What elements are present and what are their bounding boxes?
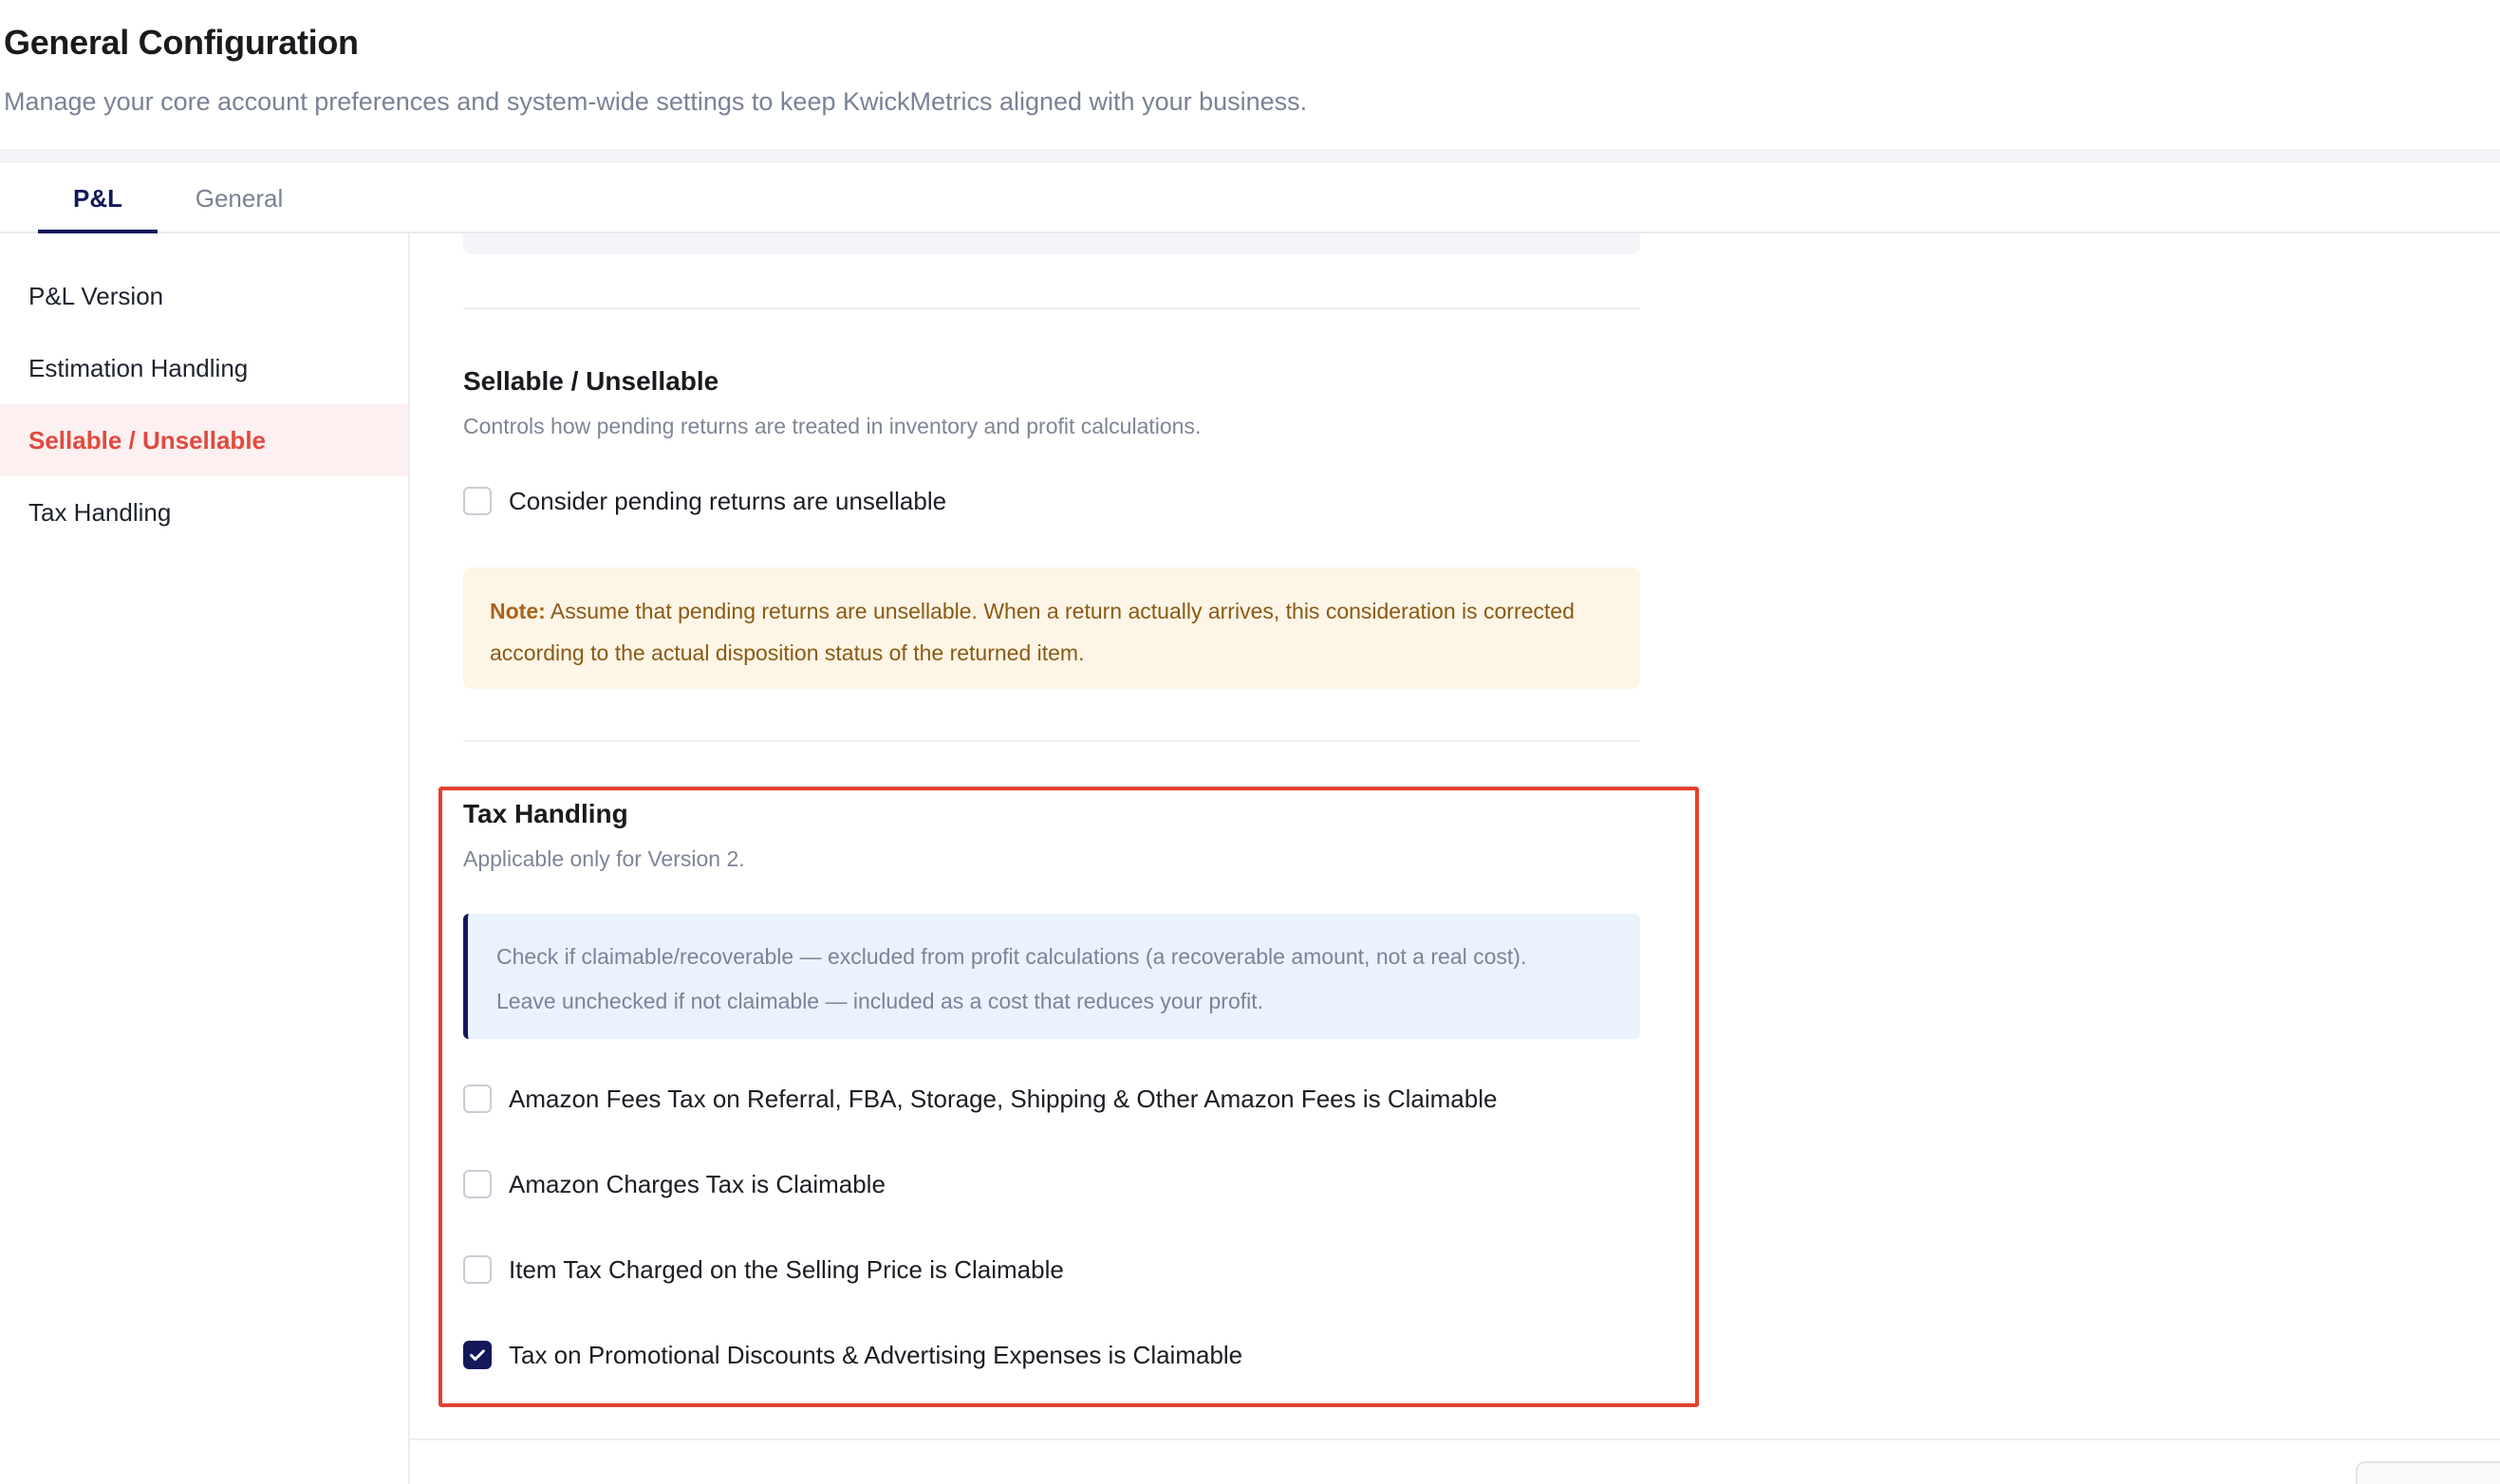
tax-option-amazon-charges[interactable]: Amazon Charges Tax is Claimable xyxy=(463,1165,886,1203)
previous-section-card xyxy=(463,233,1640,254)
tax-info-line-not-claimable: Leave unchecked if not claimable — inclu… xyxy=(496,989,1264,1013)
sellable-section-title: Sellable / Unsellable xyxy=(463,366,719,396)
pending-returns-unsellable-option[interactable]: Consider pending returns are unsellable xyxy=(463,482,946,520)
section-divider xyxy=(463,740,1640,742)
amazon-fees-tax-checkbox[interactable] xyxy=(463,1085,492,1113)
promotional-advertising-tax-checkbox[interactable] xyxy=(463,1341,492,1369)
tab-bar: P&L General xyxy=(0,163,2500,233)
tax-option-promotional-advertising[interactable]: Tax on Promotional Discounts & Advertisi… xyxy=(463,1336,1242,1374)
page-subtitle: Manage your core account preferences and… xyxy=(4,87,1308,116)
footer-divider xyxy=(410,1438,2500,1440)
sellable-section-description: Controls how pending returns are treated… xyxy=(463,414,1202,438)
tax-option-amazon-fees[interactable]: Amazon Fees Tax on Referral, FBA, Storag… xyxy=(463,1080,1497,1118)
tax-option-label: Amazon Charges Tax is Claimable xyxy=(509,1169,886,1198)
tax-option-label: Item Tax Charged on the Selling Price is… xyxy=(509,1254,1064,1284)
footer-action-button[interactable] xyxy=(2356,1461,2500,1484)
tax-info-line-claimable: Check if claimable/recoverable — exclude… xyxy=(496,944,1527,969)
tab-pl[interactable]: P&L xyxy=(38,163,158,233)
note-text: Assume that pending returns are unsellab… xyxy=(490,599,1575,665)
tax-option-label: Amazon Fees Tax on Referral, FBA, Storag… xyxy=(509,1084,1498,1113)
note-label: Note: xyxy=(490,599,546,623)
amazon-charges-tax-checkbox[interactable] xyxy=(463,1170,492,1198)
sidebar-item-pl-version[interactable]: P&L Version xyxy=(0,260,408,332)
page-title: General Configuration xyxy=(4,23,359,62)
pending-returns-checkbox[interactable] xyxy=(463,487,492,515)
header-divider xyxy=(0,150,2500,163)
sellable-note: Note: Assume that pending returns are un… xyxy=(463,567,1640,689)
tax-section-title: Tax Handling xyxy=(463,799,628,828)
tax-info-box: Check if claimable/recoverable — exclude… xyxy=(463,914,1640,1039)
checkmark-icon xyxy=(470,1349,485,1362)
tax-section-description: Applicable only for Version 2. xyxy=(463,846,745,871)
page-header: General Configuration Manage your core a… xyxy=(0,0,2500,152)
tax-option-label: Tax on Promotional Discounts & Advertisi… xyxy=(509,1340,1243,1369)
sidebar-item-estimation-handling[interactable]: Estimation Handling xyxy=(0,332,408,404)
tax-option-item-tax[interactable]: Item Tax Charged on the Selling Price is… xyxy=(463,1251,1064,1289)
pending-returns-label: Consider pending returns are unsellable xyxy=(509,486,947,515)
section-divider xyxy=(463,307,1640,309)
settings-content[interactable]: Sellable / Unsellable Controls how pendi… xyxy=(410,233,2500,1484)
sidebar: P&L Version Estimation Handling Sellable… xyxy=(0,233,410,1484)
sidebar-item-tax-handling[interactable]: Tax Handling xyxy=(0,476,408,548)
tab-general[interactable]: General xyxy=(180,163,298,233)
item-tax-checkbox[interactable] xyxy=(463,1255,492,1284)
sidebar-item-sellable-unsellable[interactable]: Sellable / Unsellable xyxy=(0,404,408,476)
